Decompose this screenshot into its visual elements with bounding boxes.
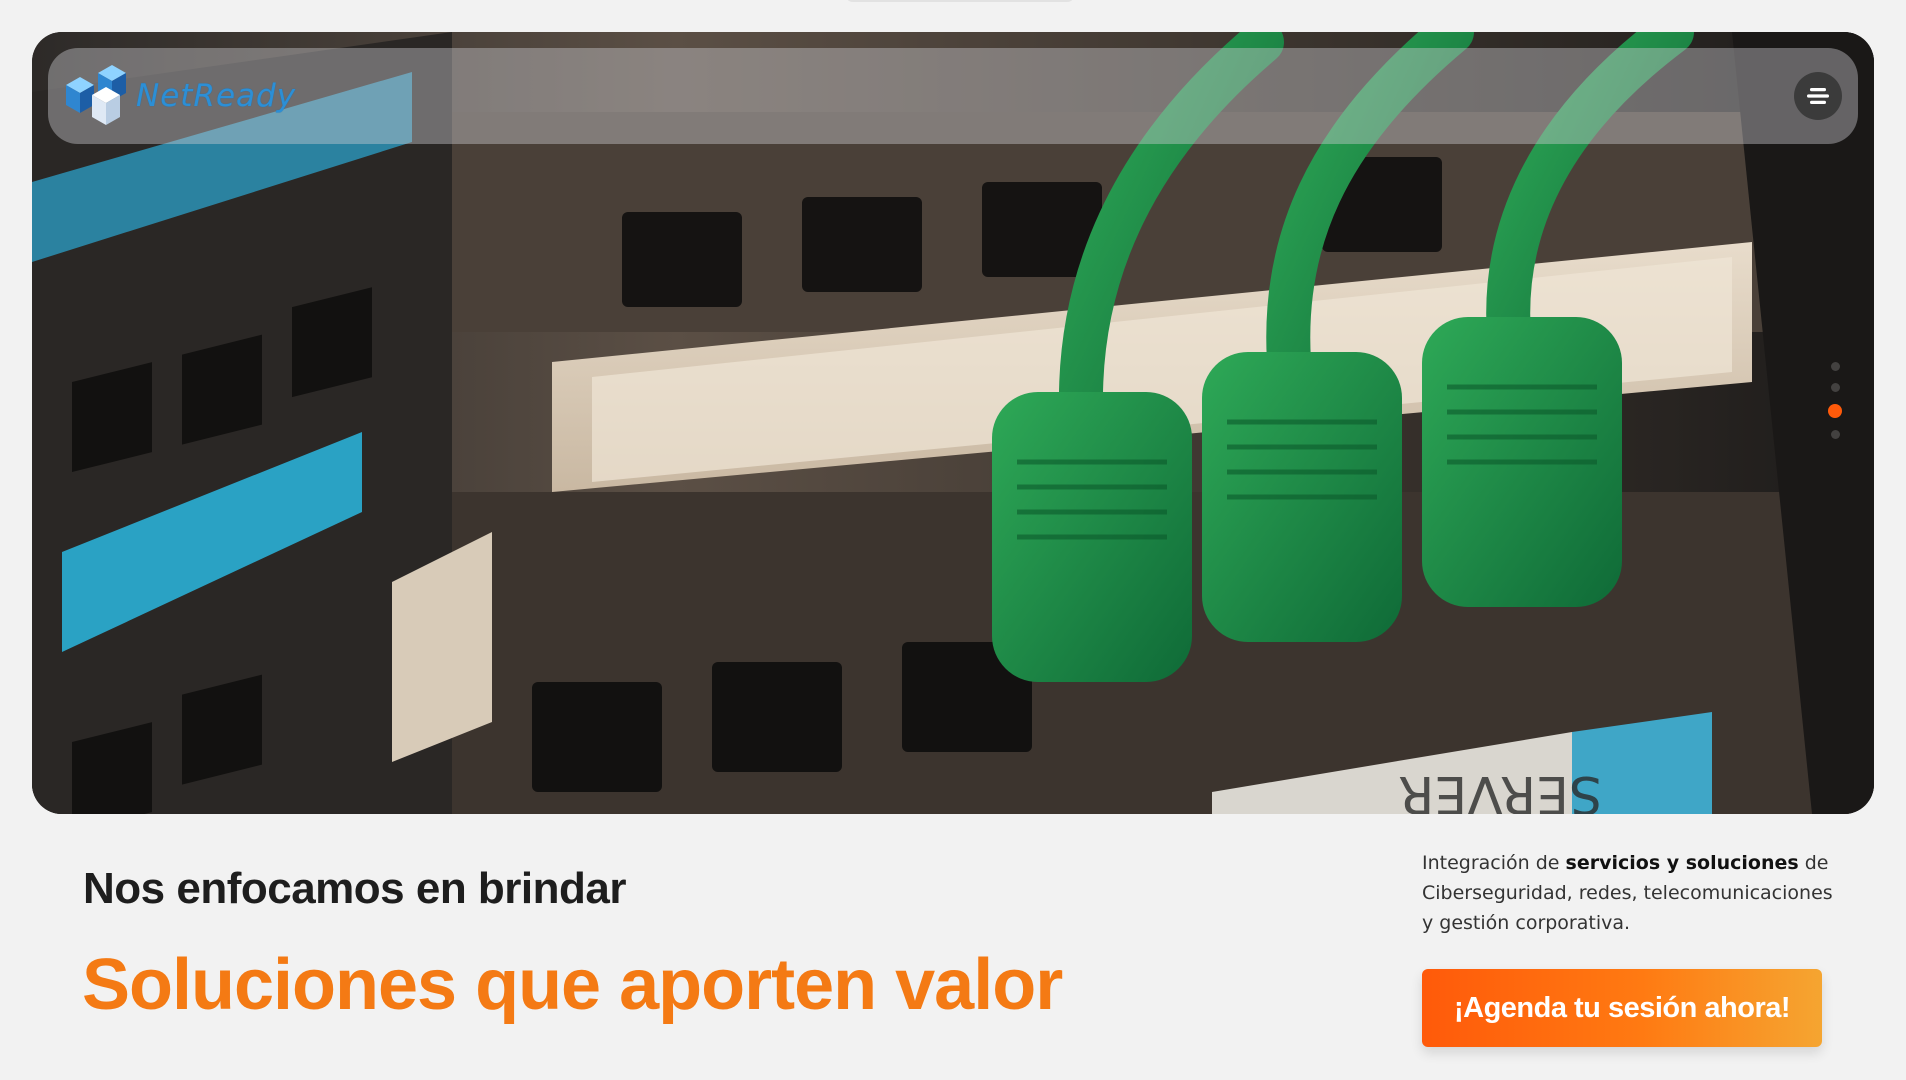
slider-pagination [1828,362,1842,439]
svg-text:SERVER: SERVER [1398,764,1602,814]
page: SERVER NetReady Nos enfocamos en brindar… [0,0,1906,1080]
netready-logo-icon [66,65,126,125]
description-bold: servicios y soluciones [1565,852,1799,874]
slide-dot[interactable] [1830,383,1840,392]
hamburger-menu-icon [1807,88,1829,104]
slide-dot[interactable] [1830,362,1840,371]
description-text: Integración de [1422,852,1566,874]
intro-headline: Soluciones que aporten valor [82,945,1063,1025]
slide-dot[interactable] [1830,430,1840,439]
hero-banner: SERVER NetReady [32,32,1874,814]
hero-image: SERVER [32,32,1874,814]
top-navbar: NetReady [48,48,1858,144]
brand-logo[interactable]: NetReady [62,63,296,129]
services-description: Integración de servicios y soluciones de… [1422,848,1842,938]
slide-dot-active[interactable] [1828,404,1842,418]
schedule-session-button[interactable]: ¡Agenda tu sesión ahora! [1422,969,1822,1047]
menu-button[interactable] [1794,72,1842,120]
intro-tagline: Nos enfocamos en brindar [83,864,627,913]
top-tab [845,0,1075,2]
brand-name: NetReady [136,78,297,114]
